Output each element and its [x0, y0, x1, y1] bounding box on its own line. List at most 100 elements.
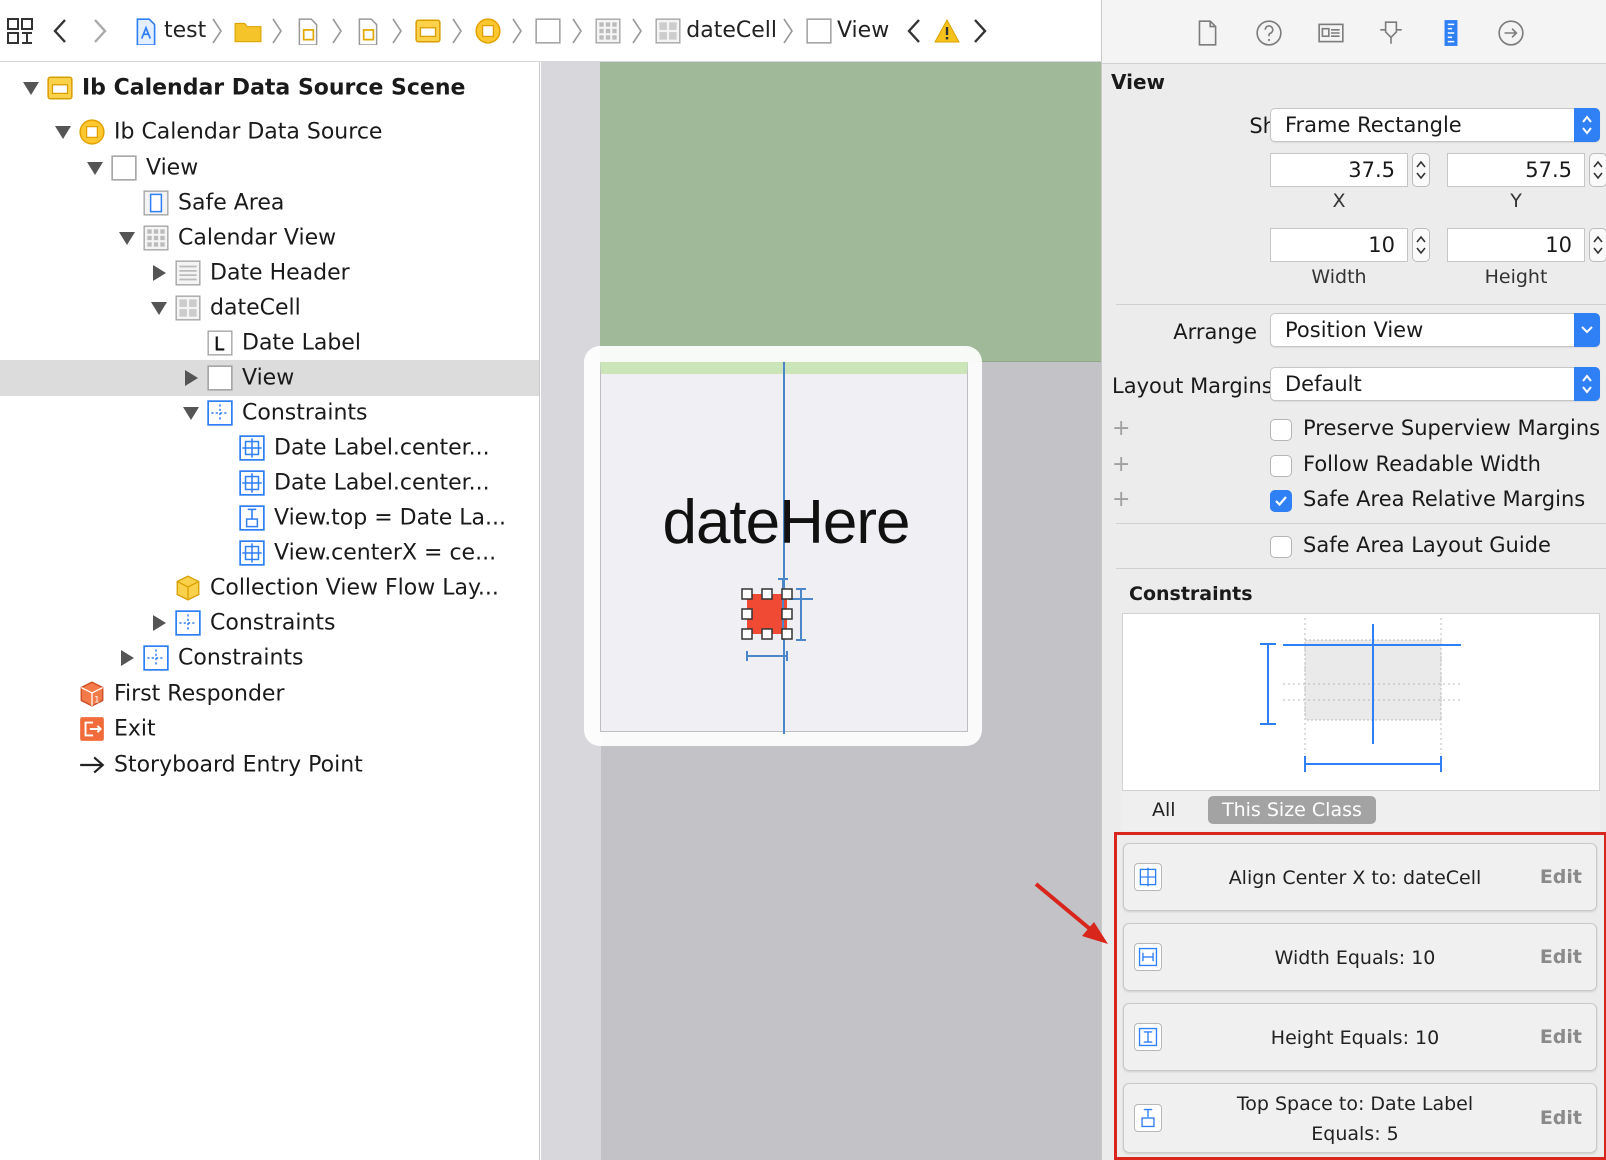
- disclosure-expanded-icon[interactable]: [22, 79, 40, 97]
- layout-margins-popup[interactable]: Default: [1270, 367, 1600, 401]
- scene-icon: [414, 17, 442, 45]
- disclosure-expanded-icon[interactable]: [86, 159, 104, 177]
- checkbox-label[interactable]: Preserve Superview Margins: [1303, 416, 1600, 440]
- breadcrumb-separator-icon: [566, 0, 588, 61]
- constraint-row[interactable]: Top Space to: Date Label Equals: 5 Edit: [1123, 1083, 1597, 1153]
- arrange-popup[interactable]: Position View: [1270, 313, 1600, 347]
- plus-icon[interactable]: +: [1112, 452, 1130, 477]
- width-field[interactable]: 10: [1270, 228, 1408, 262]
- forward-button[interactable]: [80, 0, 120, 61]
- outline-item[interactable]: Storyboard Entry Point: [0, 747, 539, 783]
- calendar-header-area[interactable]: [600, 62, 1101, 362]
- breadcrumb-item[interactable]: [528, 0, 566, 61]
- width-stepper[interactable]: [1412, 228, 1430, 262]
- outline-item[interactable]: Constraints: [0, 605, 539, 641]
- outline-item[interactable]: View: [0, 360, 539, 396]
- breadcrumb-item[interactable]: test: [126, 0, 206, 61]
- y-stepper[interactable]: [1589, 153, 1606, 187]
- outline-item[interactable]: Calendar View: [0, 220, 539, 256]
- outline-item[interactable]: Date Label.center...: [0, 465, 539, 501]
- edit-button[interactable]: Edit: [1540, 946, 1582, 968]
- x-label: X: [1332, 190, 1346, 212]
- selected-view[interactable]: [731, 572, 831, 672]
- checkbox[interactable]: [1270, 490, 1292, 512]
- outline-item[interactable]: dateCell: [0, 290, 539, 326]
- plus-icon[interactable]: +: [1112, 487, 1130, 512]
- checkbox-label[interactable]: Follow Readable Width: [1303, 452, 1541, 476]
- checkbox[interactable]: [1270, 455, 1292, 477]
- connections-inspector-icon[interactable]: [1494, 16, 1528, 50]
- checkbox[interactable]: [1270, 536, 1292, 558]
- outline-item[interactable]: Safe Area: [0, 185, 539, 221]
- next-issue-button[interactable]: [965, 0, 995, 61]
- outline-item[interactable]: Date Label: [0, 325, 539, 361]
- outline-item[interactable]: Exit: [0, 711, 539, 747]
- breadcrumb-separator-icon: [386, 0, 408, 61]
- constraint-row[interactable]: Height Equals: 10 Edit: [1123, 1003, 1597, 1071]
- edit-button[interactable]: Edit: [1540, 1026, 1582, 1048]
- inspector-tab-bar: [1102, 0, 1606, 64]
- outline-item[interactable]: View: [0, 150, 539, 186]
- back-button[interactable]: [40, 0, 80, 61]
- collection-view-icon: [142, 224, 170, 252]
- height-field[interactable]: 10: [1447, 228, 1585, 262]
- disclosure-expanded-icon[interactable]: [182, 404, 200, 422]
- size-inspector-icon[interactable]: [1434, 16, 1468, 50]
- breadcrumb-item[interactable]: [288, 0, 326, 61]
- identity-inspector-icon[interactable]: [1314, 16, 1348, 50]
- breadcrumb-item[interactable]: [228, 0, 266, 61]
- width-constraint-icon: [1134, 943, 1162, 971]
- outline-item[interactable]: Ib Calendar Data Source: [0, 114, 539, 150]
- constraint-row[interactable]: Width Equals: 10 Edit: [1123, 923, 1597, 991]
- disclosure-collapsed-icon[interactable]: [150, 614, 168, 632]
- plus-icon[interactable]: +: [1112, 416, 1130, 441]
- size-class-all[interactable]: All: [1152, 799, 1176, 821]
- disclosure-collapsed-icon[interactable]: [182, 369, 200, 387]
- outline-item[interactable]: 1 First Responder: [0, 676, 539, 712]
- breadcrumb-item[interactable]: [348, 0, 386, 61]
- outline-item[interactable]: View.centerX = ce...: [0, 535, 539, 571]
- x-field[interactable]: 37.5: [1270, 153, 1408, 187]
- breadcrumb-item[interactable]: View: [799, 0, 889, 61]
- width-label: Width: [1311, 266, 1367, 288]
- outline-item-label: Date Label.center...: [274, 470, 490, 496]
- disclosure-expanded-icon[interactable]: [150, 299, 168, 317]
- previous-issue-button[interactable]: [899, 0, 929, 61]
- interface-builder-canvas[interactable]: dateHere: [541, 62, 1101, 1160]
- breadcrumb-item[interactable]: dateCell: [648, 0, 777, 61]
- outline-item[interactable]: Date Label.center...: [0, 430, 539, 466]
- breadcrumb-item[interactable]: [408, 0, 446, 61]
- section-title: View: [1111, 70, 1166, 94]
- file-inspector-icon[interactable]: [1190, 16, 1224, 50]
- outline-item[interactable]: Constraints: [0, 640, 539, 676]
- breadcrumb-item[interactable]: [588, 0, 626, 61]
- disclosure-expanded-icon[interactable]: [54, 123, 72, 141]
- constraints-diagram[interactable]: [1122, 613, 1600, 791]
- checkbox-label[interactable]: Safe Area Relative Margins: [1303, 487, 1585, 511]
- warning-button[interactable]: [929, 0, 965, 61]
- x-stepper[interactable]: [1412, 153, 1430, 187]
- checkbox-label[interactable]: Safe Area Layout Guide: [1303, 533, 1551, 557]
- outline-item-label: Calendar View: [178, 225, 337, 251]
- height-stepper[interactable]: [1589, 228, 1606, 262]
- disclosure-expanded-icon[interactable]: [118, 229, 136, 247]
- outline-item[interactable]: Date Header: [0, 255, 539, 291]
- show-popup[interactable]: Frame Rectangle: [1270, 108, 1600, 142]
- constraint-row[interactable]: Align Center X to: dateCell Edit: [1123, 843, 1597, 911]
- date-label[interactable]: dateHere: [631, 487, 941, 558]
- y-field[interactable]: 57.5: [1447, 153, 1585, 187]
- help-icon[interactable]: [1252, 16, 1286, 50]
- disclosure-collapsed-icon[interactable]: [150, 264, 168, 282]
- edit-button[interactable]: Edit: [1540, 1107, 1582, 1129]
- checkbox[interactable]: [1270, 419, 1292, 441]
- breadcrumb-item[interactable]: [468, 0, 506, 61]
- outline-item[interactable]: Ib Calendar Data Source Scene: [0, 70, 539, 106]
- outline-item[interactable]: Constraints: [0, 395, 539, 431]
- outline-item[interactable]: View.top = Date La...: [0, 500, 539, 536]
- edit-button[interactable]: Edit: [1540, 866, 1582, 888]
- disclosure-collapsed-icon[interactable]: [118, 649, 136, 667]
- related-items-button[interactable]: [0, 0, 40, 61]
- outline-item[interactable]: Collection View Flow Lay...: [0, 570, 539, 606]
- attributes-inspector-icon[interactable]: [1374, 16, 1408, 50]
- size-class-this[interactable]: This Size Class: [1208, 796, 1376, 824]
